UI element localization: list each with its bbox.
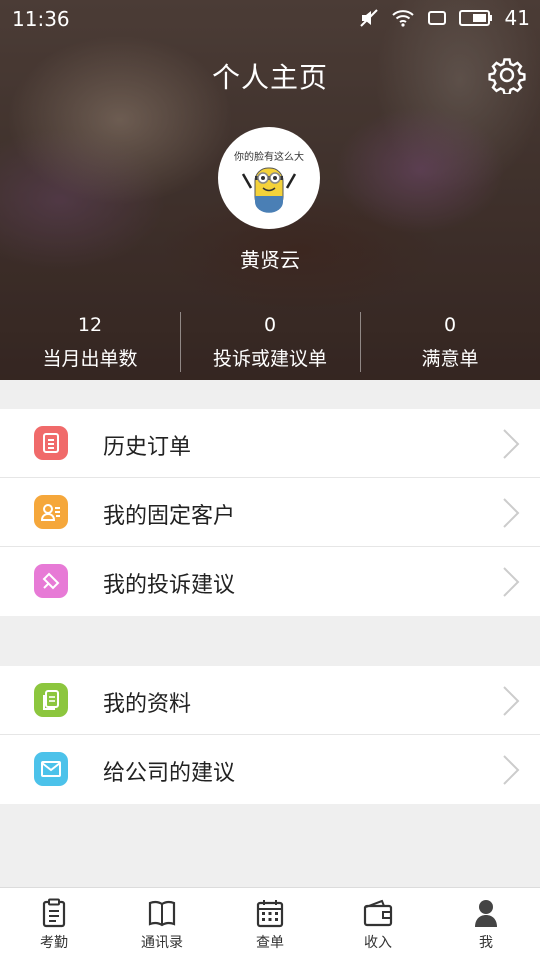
battery-icon [458, 10, 492, 26]
battery-level: 41 [504, 6, 530, 30]
stat-monthly-orders[interactable]: 12 当月出单数 [0, 310, 180, 374]
tab-contacts[interactable]: 通讯录 [108, 888, 216, 960]
avatar[interactable]: 你的脸有这么大 [218, 127, 320, 229]
stat-satisfied[interactable]: 0 满意单 [360, 310, 540, 374]
order-history-icon [34, 426, 68, 460]
wallet-icon [363, 899, 393, 927]
mail-icon [34, 752, 68, 786]
tab-label: 查单 [256, 935, 284, 951]
profile-info-icon [34, 683, 68, 717]
tab-income[interactable]: 收入 [324, 888, 432, 960]
book-icon [148, 900, 176, 927]
menu-item-fixed-customers[interactable]: 我的固定客户 [0, 478, 540, 547]
stat-complaints[interactable]: 0 投诉或建议单 [180, 310, 360, 374]
stat-value: 0 [263, 314, 277, 336]
mute-icon [359, 9, 378, 27]
menu-label: 我的投诉建议 [103, 573, 236, 598]
stat-label: 当月出单数 [42, 348, 138, 370]
menu-item-order-history[interactable]: 历史订单 [0, 409, 540, 478]
chevron-right-icon [503, 567, 520, 597]
complaint-icon [34, 564, 68, 598]
stat-value: 12 [77, 314, 103, 336]
menu-item-my-complaints[interactable]: 我的投诉建议 [0, 547, 540, 616]
stat-value: 0 [443, 314, 457, 336]
stats-row: 12 当月出单数 0 投诉或建议单 0 满意单 [0, 310, 540, 374]
wifi-icon [391, 10, 414, 27]
tab-label: 考勤 [40, 935, 68, 951]
gear-icon [488, 58, 526, 96]
menu-label: 历史订单 [103, 435, 192, 460]
menu-group-orders: 历史订单 我的固定客户 我的投诉建议 [0, 409, 540, 616]
status-icons: 41 [359, 6, 530, 30]
menu-label: 我的固定客户 [103, 504, 236, 529]
clipboard-icon [42, 898, 66, 928]
chevron-right-icon [503, 755, 520, 785]
tab-label: 收入 [364, 935, 392, 951]
bottom-tab-bar: 考勤 通讯录 查单 收入 我 [0, 887, 540, 960]
tab-label: 通讯录 [141, 935, 183, 951]
page-title: 个人主页 [211, 61, 328, 94]
minion-avatar-image [241, 167, 297, 213]
stat-label: 满意单 [421, 348, 479, 370]
chevron-right-icon [503, 498, 520, 528]
chevron-right-icon [503, 686, 520, 716]
fixed-customer-icon [34, 495, 68, 529]
menu-label: 我的资料 [103, 692, 192, 717]
title-bar: 个人主页 [0, 40, 540, 106]
menu-label: 给公司的建议 [103, 761, 236, 786]
stat-label: 投诉或建议单 [212, 348, 327, 370]
tab-check-orders[interactable]: 查单 [216, 888, 324, 960]
screen-icon [427, 11, 446, 25]
tab-attendance[interactable]: 考勤 [0, 888, 108, 960]
menu-item-company-suggestion[interactable]: 给公司的建议 [0, 735, 540, 804]
menu-item-my-info[interactable]: 我的资料 [0, 666, 540, 735]
tab-label: 我 [479, 935, 493, 951]
chevron-right-icon [503, 429, 520, 459]
person-icon [475, 900, 497, 927]
calendar-icon [256, 900, 284, 928]
status-bar: 11:36 41 [0, 0, 540, 38]
user-name: 黄贤云 [240, 248, 300, 272]
menu-group-account: 我的资料 给公司的建议 [0, 666, 540, 804]
tab-me[interactable]: 我 [432, 888, 540, 960]
settings-button[interactable] [488, 56, 526, 96]
status-time: 11:36 [12, 7, 70, 31]
